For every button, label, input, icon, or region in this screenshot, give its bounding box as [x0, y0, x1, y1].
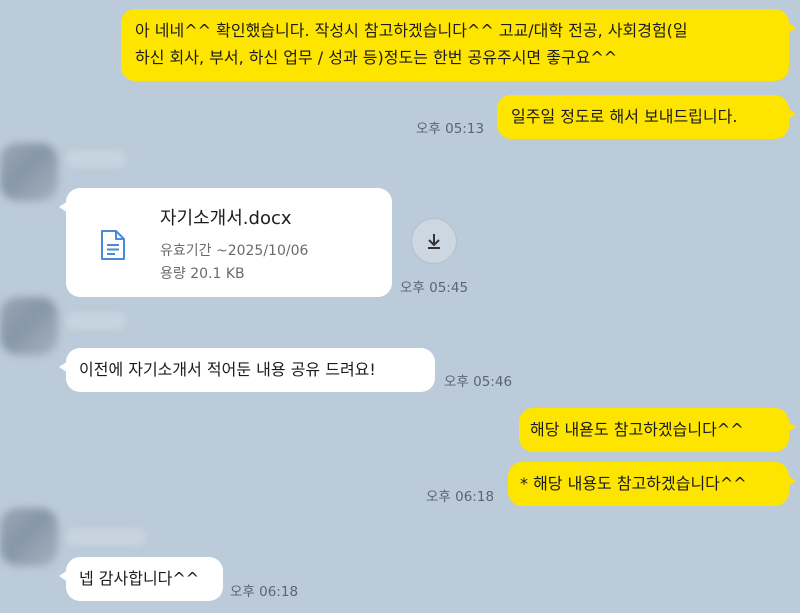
document-icon [101, 230, 125, 260]
message-text-line-2: 하신 회사, 부서, 하신 업무 / 성과 등)정도는 한번 공유주시면 좋구요… [135, 48, 618, 67]
avatar[interactable] [0, 297, 58, 355]
message-timestamp: 오후 05:45 [400, 280, 469, 296]
sender-name [66, 312, 126, 330]
their-message-bubble[interactable]: 넵 감사합니다^^ [59, 557, 223, 601]
sender-name [66, 150, 126, 168]
file-name: 자기소개서.docx [160, 208, 292, 229]
message-text: 이전에 자기소개서 적어둔 내용 공유 드려요! [79, 360, 376, 379]
message-timestamp: 오후 05:13 [416, 121, 485, 137]
file-size: 용량 20.1 KB [160, 266, 245, 282]
my-message-bubble[interactable]: 아 네네^^ 확인했습니다. 작성시 참고하겠습니다^^ 고교/대학 전공, 사… [121, 9, 796, 81]
download-button[interactable] [411, 218, 457, 264]
my-message-bubble[interactable]: 일주일 정도로 해서 보내드립니다. [497, 95, 796, 139]
message-timestamp: 오후 06:18 [230, 584, 299, 600]
download-icon [428, 234, 440, 249]
file-expiry: 유효기간 ~2025/10/06 [160, 243, 309, 259]
message-text-line-1: 아 네네^^ 확인했습니다. 작성시 참고하겠습니다^^ 고교/대학 전공, 사… [135, 21, 688, 40]
message-text: 일주일 정도로 해서 보내드립니다. [511, 107, 738, 126]
my-message-bubble[interactable]: * 해당 내용도 참고하겠습니다^^ [508, 462, 796, 506]
their-message-bubble[interactable]: 이전에 자기소개서 적어둔 내용 공유 드려요! [59, 348, 435, 392]
avatar[interactable] [0, 508, 58, 566]
file-attachment-card[interactable]: 자기소개서.docx 유효기간 ~2025/10/06 용량 20.1 KB [59, 188, 392, 297]
message-text: 넵 감사합니다^^ [79, 569, 200, 588]
my-message-bubble[interactable]: 해당 내욛도 참고하겠습니다^^ [519, 408, 796, 452]
message-timestamp: 오후 06:18 [426, 489, 495, 505]
message-text: * 해당 내용도 참고하겠습니다^^ [520, 474, 747, 493]
avatar[interactable] [0, 143, 58, 201]
message-timestamp: 오후 05:46 [444, 374, 513, 390]
message-text: 해당 내욛도 참고하겠습니다^^ [530, 420, 744, 439]
sender-name [66, 528, 146, 546]
